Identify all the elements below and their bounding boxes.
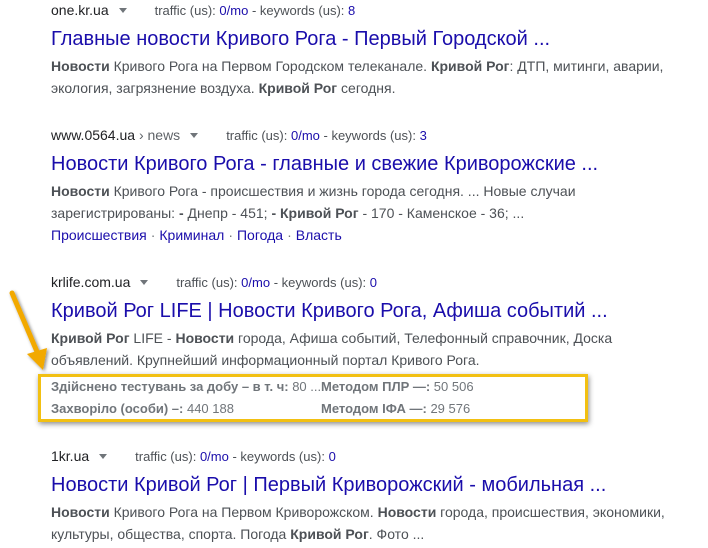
snippet-text: Кривого Рога на Первом Криворожском.	[109, 504, 378, 520]
result-url[interactable]: one.kr.ua	[51, 2, 109, 18]
chevron-down-icon[interactable]	[140, 279, 149, 285]
sitelink-proisshestviya[interactable]: Происшествия	[51, 227, 147, 243]
snippet-text: Днепр - 451;	[183, 205, 272, 221]
result-cite-row: www.0564.ua › news traffic (us): 0/mo - …	[51, 125, 691, 145]
result-snippet: Новости Кривого Рога на Первом Городском…	[51, 55, 691, 99]
annotation-arrow-icon	[9, 290, 47, 370]
result-title-link[interactable]: Главные новости Кривого Рога - Первый Го…	[51, 26, 691, 52]
result-title-link[interactable]: Новости Кривой Рог | Первый Криворожский…	[51, 472, 691, 498]
traffic-info: traffic (us): 0/mo - keywords (us): 8	[154, 2, 356, 18]
result-url[interactable]: krlife.com.ua	[51, 274, 130, 290]
snippet-text: LIFE -	[129, 330, 176, 346]
chevron-down-icon[interactable]	[118, 7, 127, 13]
result-cite-row: 1kr.ua traffic (us): 0/mo - keywords (us…	[51, 446, 691, 466]
sitelink-vlast[interactable]: Власть	[296, 227, 342, 243]
snippet-highlight: Новости	[175, 330, 235, 346]
chevron-down-icon[interactable]	[99, 453, 108, 459]
search-result: 1kr.ua traffic (us): 0/mo - keywords (us…	[51, 446, 691, 545]
snippet-text: - 170 - Каменское - 36; ...	[358, 205, 525, 221]
snippet-highlight: Кривой Рог	[290, 526, 369, 542]
sitelink-kriminal[interactable]: Криминал	[159, 227, 224, 243]
snippet-highlight: Кривой Рог	[280, 205, 359, 221]
snippet-highlight: Новости	[51, 58, 110, 74]
result-cite-row: krlife.com.ua traffic (us): 0/mo - keywo…	[51, 272, 691, 292]
result-url[interactable]: 1kr.ua	[51, 448, 89, 464]
snippet-text: сегодня.	[337, 80, 396, 96]
result-snippet: Новости Кривого Рога на Первом Криворожс…	[51, 501, 691, 545]
result-title-link[interactable]: Кривой Рог LIFE | Новости Кривого Рога, …	[51, 298, 691, 324]
snippet-highlight: Кривой Рог	[430, 58, 510, 74]
result-snippet: Новости Кривого Рога - происшествия и жи…	[51, 180, 691, 224]
traffic-info: traffic (us): 0/mo - keywords (us): 0	[176, 274, 378, 290]
result-snippet: Кривой Рог LIFE - Новости города, Афиша …	[51, 327, 691, 371]
sitelinks: Происшествия · Криминал · Погода · Власть	[51, 227, 342, 243]
snippet-highlight: Кривой Рог	[51, 330, 130, 346]
result-url[interactable]: www.0564.ua › news	[51, 127, 180, 143]
search-result: www.0564.ua › news traffic (us): 0/mo - …	[51, 125, 691, 246]
snippet-highlight: Новости	[377, 504, 437, 520]
snippet-highlight: Кривой Рог	[258, 80, 338, 96]
snippet-highlight: Новости	[51, 183, 110, 199]
sitelink-pogoda[interactable]: Погода	[237, 227, 283, 243]
result-cite-row: one.kr.ua traffic (us): 0/mo - keywords …	[51, 0, 691, 20]
traffic-info: traffic (us): 0/mo - keywords (us): 3	[226, 127, 427, 143]
highlight-box	[38, 374, 588, 422]
search-result: one.kr.ua traffic (us): 0/mo - keywords …	[51, 0, 691, 99]
snippet-text: . Фото ...	[368, 526, 425, 542]
result-title-link[interactable]: Новости Кривого Рога - главные и свежие …	[51, 151, 691, 177]
search-result: krlife.com.ua traffic (us): 0/mo - keywo…	[51, 272, 691, 371]
traffic-info: traffic (us): 0/mo - keywords (us): 0	[135, 448, 336, 464]
snippet-highlight: Новости	[51, 504, 110, 520]
snippet-text: Кривого Рога на Первом Городском телекан…	[109, 58, 431, 74]
chevron-down-icon[interactable]	[190, 132, 199, 138]
